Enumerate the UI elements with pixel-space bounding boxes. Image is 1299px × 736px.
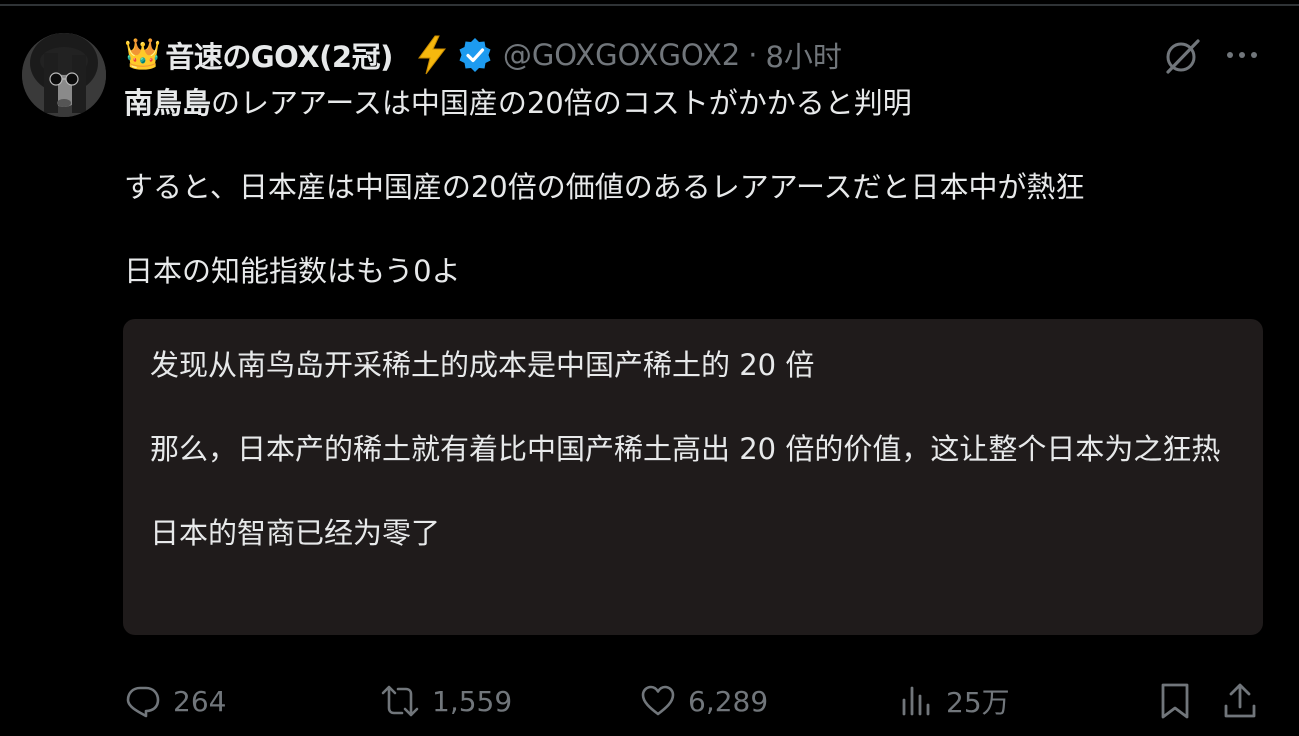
tweet-body: 南鳥島のレアアースは中国産の20倍のコストがかかると判明 すると、日本産は中国産… (124, 82, 1264, 292)
retweet-count: 1,559 (432, 684, 513, 718)
tweet-line-1: 南鳥島のレアアースは中国産の20倍のコストがかかると判明 (124, 82, 1264, 124)
heart-icon (641, 685, 675, 716)
like-count: 6,289 (688, 684, 769, 718)
translation-box: 发现从南鸟岛开采稀土的成本是中国产稀土的 20 倍 那么，日本产的稀土就有着比中… (123, 319, 1263, 635)
crown-emoji: 👑 (124, 37, 162, 72)
tweet-bold-place: 南鳥島 (124, 86, 212, 120)
translation-text: 发现从南鸟岛开采稀土的成本是中国产稀土的 20 倍 那么，日本产的稀土就有着比中… (150, 344, 1240, 554)
tweet-frame: 👑 音速のGOX(2冠) @GOXGOXGOX2 · 8小时 南鳥島のレアアース… (0, 0, 1299, 736)
bookmark-button[interactable] (1157, 676, 1205, 726)
action-bar: 264 1,559 6,289 25万 (0, 676, 1299, 726)
translation-para-2: 那么，日本产的稀土就有着比中国产稀土高出 20 倍的价值，这让整个日本为之狂热 (150, 432, 1221, 466)
avatar[interactable] (22, 33, 106, 117)
views-button[interactable]: 25万 (898, 676, 1010, 726)
separator-dot: · (748, 38, 758, 72)
tweet-line-2: すると、日本産は中国産の20倍の価値のあるレアアースだと日本中が熱狂 (124, 170, 1085, 204)
retweet-icon (381, 685, 419, 717)
translation-para-1: 发现从南鸟岛开采稀土的成本是中国产稀土的 20 倍 (150, 348, 815, 382)
translation-para-3: 日本的智商已经为零了 (150, 516, 441, 550)
share-button[interactable] (1222, 676, 1270, 726)
verified-badge-icon[interactable] (457, 37, 493, 73)
tweet-line-3: 日本の知能指数はもう0よ (124, 254, 461, 288)
like-button[interactable]: 6,289 (640, 676, 768, 726)
tweet-line-1-rest: のレアアースは中国産の20倍のコストがかかると判明 (211, 86, 912, 120)
reply-button[interactable]: 264 (125, 676, 226, 726)
top-divider (0, 4, 1299, 6)
handle[interactable]: @GOXGOXGOX2 (503, 38, 740, 72)
more-options-icon[interactable] (1222, 38, 1262, 72)
bookmark-icon (1161, 683, 1189, 719)
share-icon (1224, 683, 1256, 718)
views-chart-icon (902, 686, 930, 716)
grok-icon[interactable] (1162, 36, 1202, 76)
reply-icon (126, 686, 160, 718)
timestamp[interactable]: 8小时 (765, 34, 841, 76)
reply-count: 264 (173, 684, 227, 718)
tweet-header: 👑 音速のGOX(2冠) @GOXGOXGOX2 · 8小时 (124, 33, 842, 77)
retweet-button[interactable]: 1,559 (380, 676, 512, 726)
display-name[interactable]: 音速のGOX(2冠) (165, 34, 393, 76)
view-count: 25万 (946, 686, 1010, 719)
lightning-bolt-icon (417, 35, 446, 75)
